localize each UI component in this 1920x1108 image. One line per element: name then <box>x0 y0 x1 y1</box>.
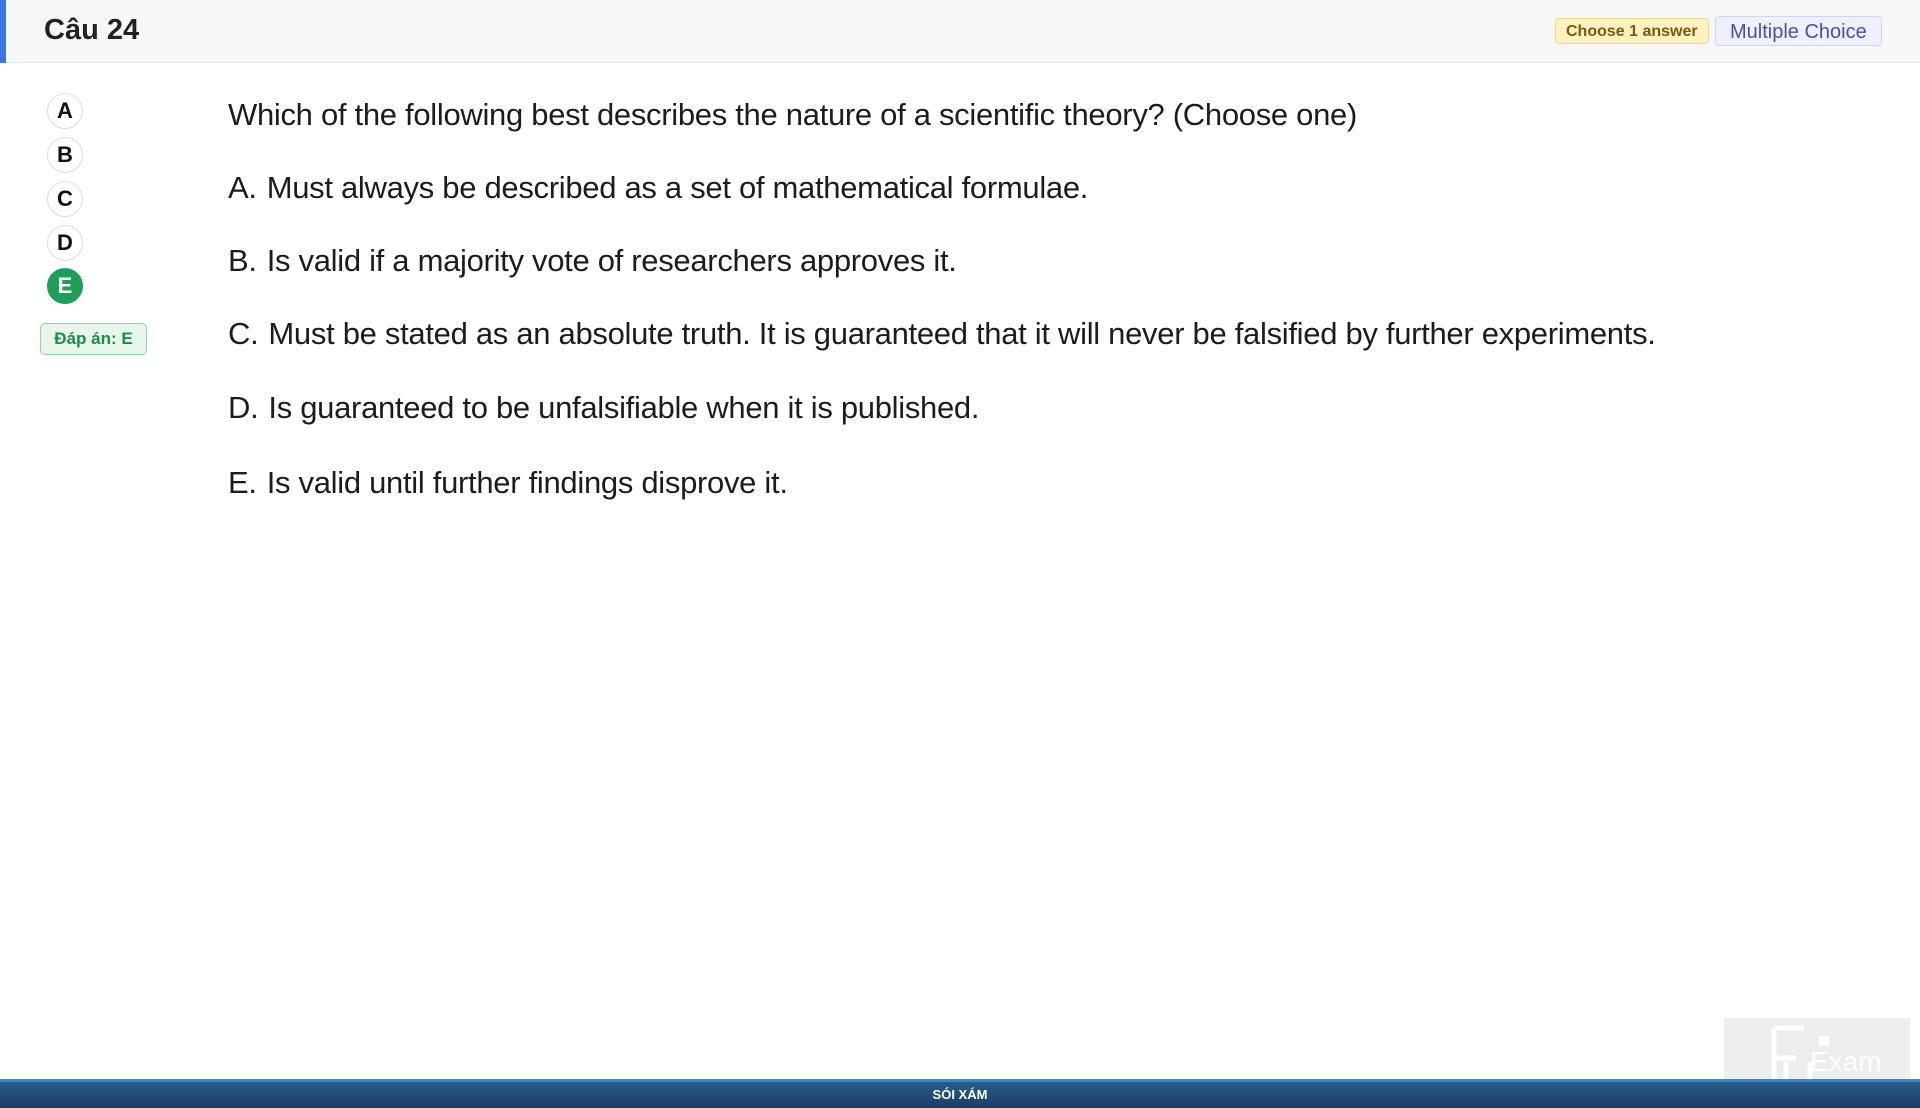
question-type-badge: Multiple Choice <box>1715 16 1882 46</box>
choice-d: D. Is guaranteed to be unfalsifiable when… <box>228 388 979 428</box>
option-selector-b[interactable]: B <box>47 137 83 173</box>
correct-answer-badge: Đáp án: E <box>40 323 147 355</box>
choice-c: C. Must be stated as an absolute truth. I… <box>228 314 1656 354</box>
choice-letter: B. <box>228 243 257 278</box>
choice-text: Must always be described as a set of mat… <box>266 170 1089 205</box>
header-accent-bar <box>0 0 6 63</box>
option-selector-c[interactable]: C <box>47 181 83 217</box>
choice-letter: E. <box>228 465 257 500</box>
answer-count-badge: Choose 1 answer <box>1555 18 1709 44</box>
footer-bar: SÓI XÁM <box>0 1079 1920 1108</box>
option-selector-d[interactable]: D <box>47 225 83 261</box>
question-header: Câu 24 Choose 1 answer Multiple Choice <box>0 0 1920 63</box>
option-selector-a[interactable]: A <box>47 93 83 129</box>
question-text: Which of the following best describes th… <box>228 97 1358 132</box>
choice-text: Is guaranteed to be unfalsifiable when i… <box>268 390 980 425</box>
logo-brand-text: Exam <box>1810 1046 1882 1077</box>
choice-letter: A. <box>228 170 257 205</box>
option-selector-e[interactable]: E <box>47 268 83 304</box>
question-number-title: Câu 24 <box>44 14 140 46</box>
choice-a: A. Must always be described as a set of m… <box>228 168 1088 208</box>
choice-text: Is valid if a majority vote of researche… <box>266 243 957 278</box>
choice-text: Must be stated as an absolute truth. It … <box>268 316 1656 351</box>
footer-label: SÓI XÁM <box>932 1087 988 1102</box>
choice-text: Is valid until further findings disprove… <box>266 465 788 500</box>
choice-letter: C. <box>228 316 259 351</box>
choice-b: B. Is valid if a majority vote of researc… <box>228 241 957 281</box>
choice-e: E. Is valid until further findings dispro… <box>228 463 788 503</box>
choice-letter: D. <box>228 390 259 425</box>
